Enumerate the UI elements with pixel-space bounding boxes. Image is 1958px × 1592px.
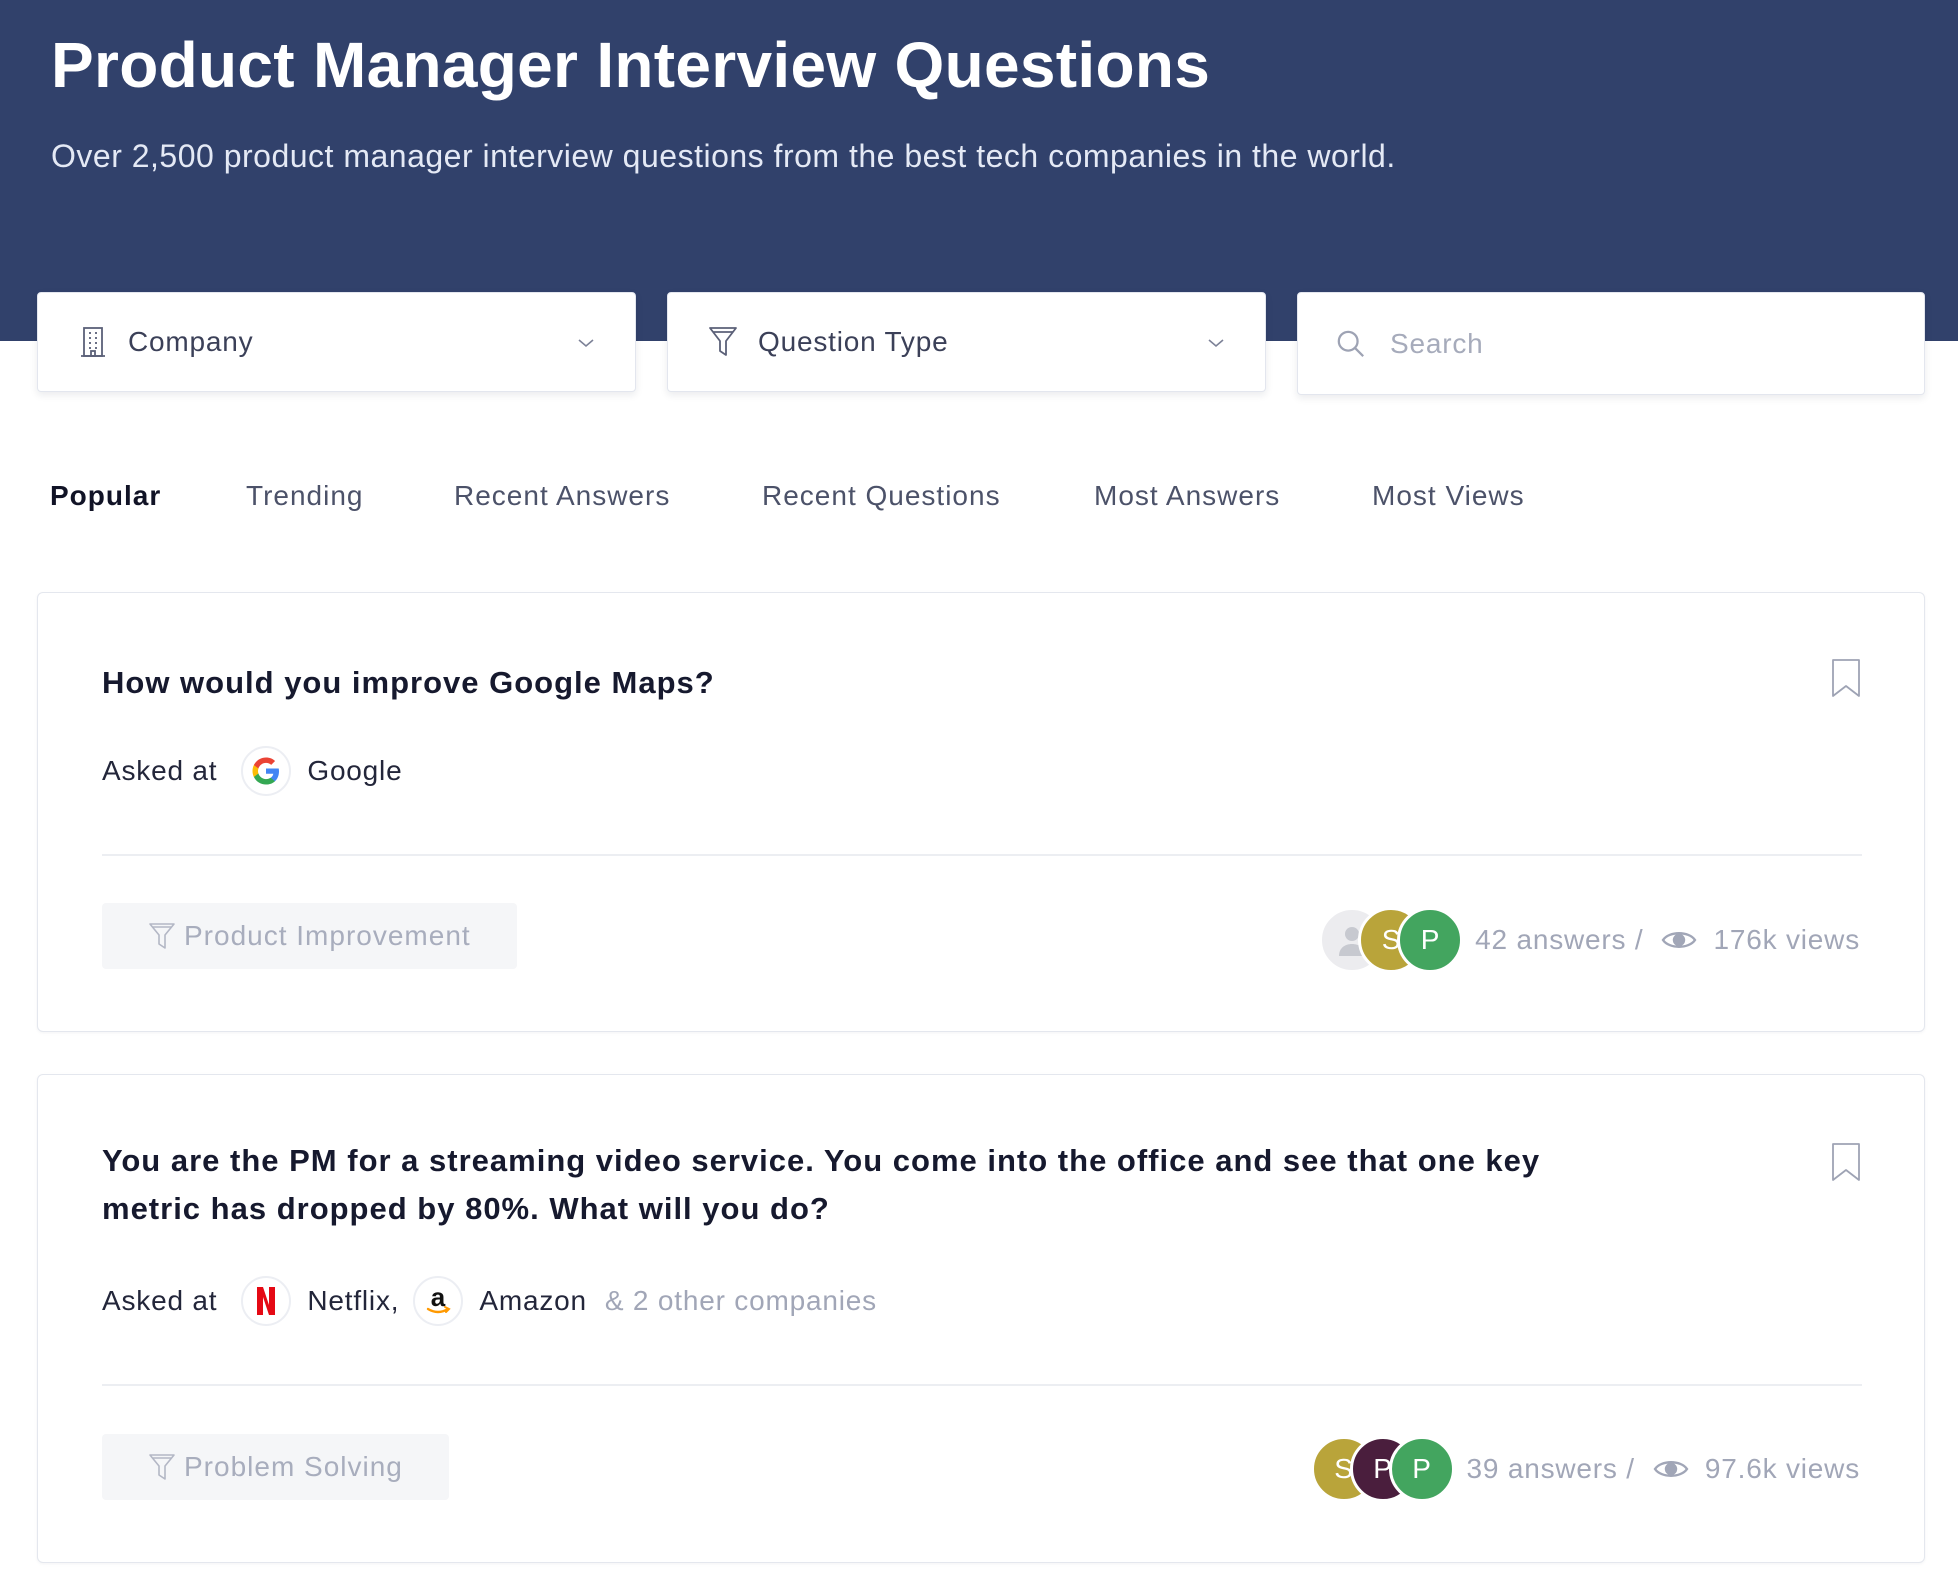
asked-at-label: Asked at: [102, 1285, 218, 1316]
view-count: 97.6k views: [1704, 1453, 1860, 1484]
tag-label: Problem Solving: [184, 1451, 403, 1482]
eye-icon: [1661, 926, 1697, 954]
amazon-logo-icon[interactable]: a: [413, 1276, 464, 1326]
google-logo-icon[interactable]: [241, 746, 292, 796]
tab-recent-answers[interactable]: Recent Answers: [454, 480, 670, 512]
filter-icon: [148, 921, 176, 951]
card-divider: [102, 854, 1862, 856]
question-type-tag[interactable]: Product Improvement: [102, 903, 517, 969]
page-title: Product Manager Interview Questions: [51, 29, 1211, 101]
question-type-tag[interactable]: Problem Solving: [102, 1434, 449, 1500]
answer-count[interactable]: 39 answers /: [1467, 1453, 1635, 1485]
answerer-avatars: S P: [1319, 907, 1464, 973]
company-name-link[interactable]: Netflix,: [307, 1285, 399, 1317]
other-companies-link[interactable]: & 2 other companies: [605, 1285, 877, 1317]
view-count: 176k views: [1713, 924, 1860, 955]
answer-count[interactable]: 42 answers /: [1475, 924, 1643, 956]
tag-label: Product Improvement: [184, 920, 471, 951]
question-card[interactable]: How would you improve Google Maps? Asked…: [37, 592, 1925, 1032]
avatar: P: [1388, 1436, 1455, 1502]
search-box: [1297, 292, 1925, 395]
card-divider: [102, 1384, 1862, 1386]
search-input[interactable]: [1390, 327, 1870, 360]
company-dropdown-label: Company: [128, 326, 254, 357]
tab-most-answers[interactable]: Most Answers: [1094, 480, 1280, 512]
question-stats: S P P 39 answers / 97.6k views: [1310, 1436, 1860, 1502]
page-header: Product Manager Interview Questions Over…: [0, 0, 1958, 341]
question-card[interactable]: You are the PM for a streaming video ser…: [37, 1074, 1925, 1563]
bookmark-icon[interactable]: [1831, 658, 1861, 698]
company-name-link[interactable]: Amazon: [479, 1285, 587, 1317]
chevron-down-icon: [1207, 336, 1225, 348]
question-type-dropdown-label: Question Type: [758, 326, 949, 357]
company-name-link[interactable]: Google: [307, 755, 402, 787]
question-type-dropdown[interactable]: Question Type: [667, 292, 1266, 392]
tab-recent-questions[interactable]: Recent Questions: [762, 480, 1001, 512]
answerer-avatars: S P P: [1310, 1436, 1455, 1502]
search-icon: [1336, 327, 1366, 361]
asked-at: Asked at Google: [102, 744, 416, 798]
page-subtitle: Over 2,500 product manager interview que…: [51, 138, 1396, 174]
asked-at-label: Asked at: [102, 755, 218, 786]
tab-most-views[interactable]: Most Views: [1372, 480, 1525, 512]
question-title[interactable]: How would you improve Google Maps?: [102, 659, 1602, 707]
avatar: P: [1397, 907, 1464, 973]
filter-icon: [708, 325, 738, 359]
tab-popular[interactable]: Popular: [50, 480, 161, 512]
tab-trending[interactable]: Trending: [246, 480, 363, 512]
chevron-down-icon: [577, 336, 595, 348]
filter-icon: [148, 1452, 176, 1482]
company-dropdown[interactable]: Company: [37, 292, 636, 392]
asked-at: Asked at Netflix, a Amazon & 2 other com…: [102, 1274, 877, 1328]
netflix-logo-icon[interactable]: [241, 1276, 292, 1326]
bookmark-icon[interactable]: [1831, 1142, 1861, 1182]
eye-icon: [1653, 1455, 1689, 1483]
building-icon: [78, 325, 108, 359]
question-title[interactable]: You are the PM for a streaming video ser…: [102, 1137, 1602, 1233]
question-stats: S P 42 answers / 176k views: [1319, 907, 1860, 973]
svg-text:a: a: [431, 1285, 446, 1312]
